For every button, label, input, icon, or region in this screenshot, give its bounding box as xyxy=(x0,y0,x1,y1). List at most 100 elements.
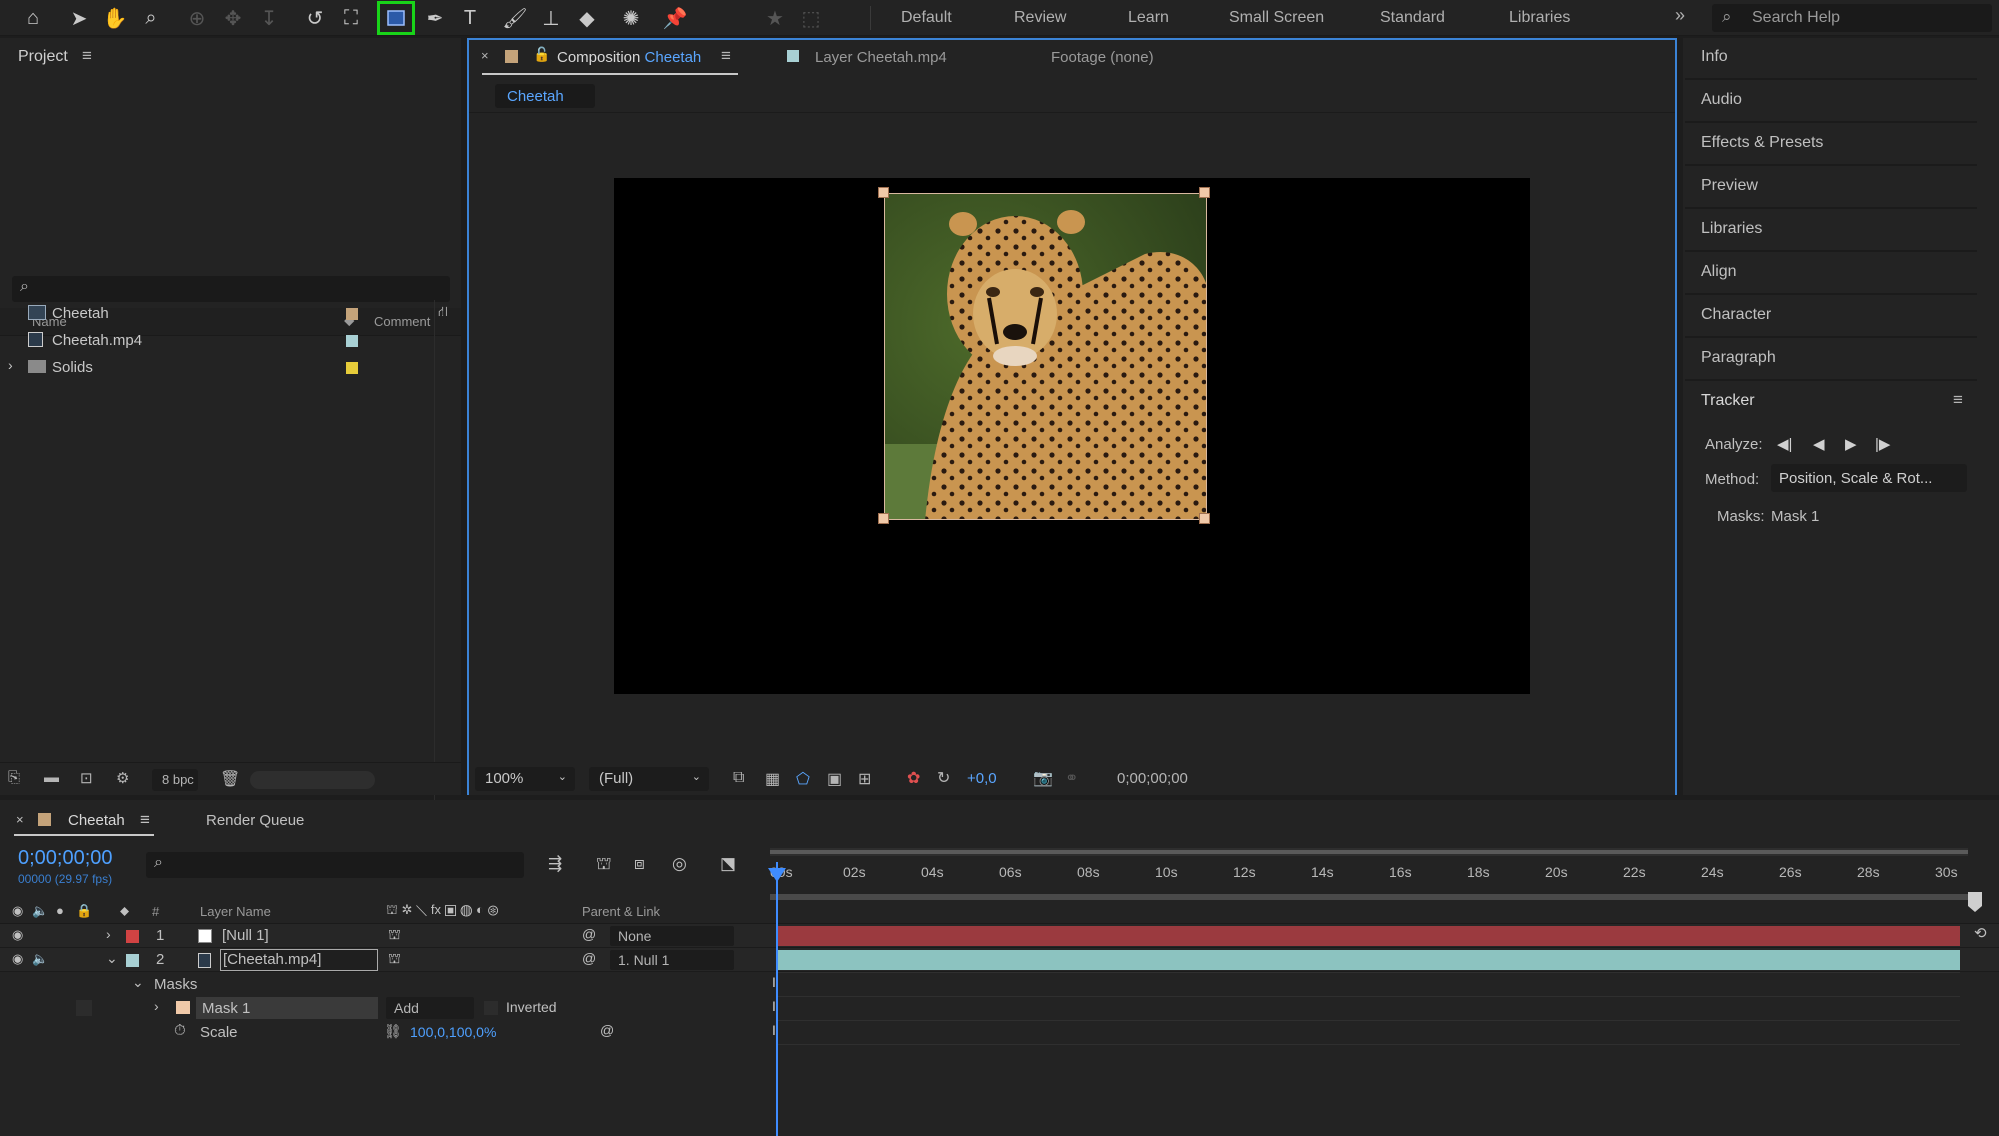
analyze-forward-icon[interactable]: ▶ xyxy=(1845,435,1857,453)
project-item-solids[interactable]: › Solids xyxy=(6,354,436,380)
transform-handle[interactable] xyxy=(878,187,889,198)
chevron-down-icon[interactable]: ⌄ xyxy=(132,974,144,991)
puppet-pin-tool-icon[interactable]: 📌 xyxy=(660,3,690,33)
panel-paragraph[interactable]: Paragraph xyxy=(1701,349,1776,367)
analyze-forward-one-icon[interactable]: |▶ xyxy=(1875,435,1890,453)
panel-menu-icon[interactable]: ≡ xyxy=(1953,390,1963,410)
chevron-right-icon[interactable]: › xyxy=(8,357,13,373)
parent-select[interactable]: 1. Null 1 xyxy=(610,950,734,970)
more-workspaces-icon[interactable]: » xyxy=(1675,5,1685,26)
scale-value[interactable]: 100,0,100,0% xyxy=(410,1024,496,1040)
workspace-libraries[interactable]: Libraries xyxy=(1509,9,1570,27)
tab-layer[interactable]: Layer Cheetah.mp4 xyxy=(815,49,947,66)
analyze-back-one-icon[interactable]: ◀| xyxy=(1777,435,1792,453)
timeline-current-time[interactable]: 0;00;00;00 xyxy=(18,847,113,870)
tab-footage[interactable]: Footage (none) xyxy=(1051,49,1154,66)
roto-brush-tool-icon[interactable]: ✺ xyxy=(616,3,646,33)
pick-whip-icon[interactable]: @ xyxy=(582,950,596,966)
orbit-camera-icon[interactable]: ⊕ xyxy=(182,3,212,33)
close-icon[interactable]: × xyxy=(481,48,489,63)
flowchart-icon[interactable]: ⛙ xyxy=(438,303,448,322)
region-of-interest-icon[interactable]: ▣ xyxy=(827,769,842,789)
mask-mode-select[interactable]: Add xyxy=(386,997,474,1019)
tab-composition[interactable]: Composition Cheetah xyxy=(557,49,701,66)
comp-breadcrumb[interactable]: Cheetah xyxy=(495,84,595,108)
lock-icon[interactable]: 🔒 xyxy=(76,903,92,919)
workspace-standard[interactable]: Standard xyxy=(1380,9,1445,27)
panel-effects-presets[interactable]: Effects & Presets xyxy=(1701,134,1823,152)
close-icon[interactable]: × xyxy=(16,812,24,827)
pen-tool-icon[interactable]: ✒ xyxy=(420,3,450,33)
motion-blur-icon[interactable]: ◎ xyxy=(672,854,687,874)
search-help-input[interactable]: ⌕ Search Help xyxy=(1712,4,1992,32)
graph-editor-icon[interactable]: ⬔ xyxy=(720,854,736,874)
solo-icon[interactable]: ● xyxy=(56,903,64,918)
clone-stamp-tool-icon[interactable]: ⊥ xyxy=(536,3,566,33)
parent-select[interactable]: None xyxy=(610,926,734,946)
fast-previews-icon[interactable]: ⧉ xyxy=(733,769,744,787)
playhead-handle[interactable] xyxy=(768,868,786,882)
method-select[interactable]: Position, Scale & Rot... xyxy=(1771,464,1967,492)
parent-link-column-header[interactable]: Parent & Link xyxy=(582,904,660,919)
current-time-display[interactable]: 0;00;00;00 xyxy=(1117,770,1188,787)
masks-group-row[interactable]: ⌄ Masks xyxy=(0,972,1999,996)
eye-icon[interactable]: ◉ xyxy=(12,903,23,919)
panel-preview[interactable]: Preview xyxy=(1701,177,1758,195)
transform-handle[interactable] xyxy=(1199,187,1210,198)
analyze-backward-icon[interactable]: ◀ xyxy=(1813,435,1825,453)
pan-behind-tool-icon[interactable]: ⛶ xyxy=(336,3,366,33)
bit-depth-button[interactable]: 8 bpc xyxy=(152,769,198,791)
workspace-review[interactable]: Review xyxy=(1014,9,1066,27)
grid-guides-icon[interactable]: ⊞ xyxy=(858,769,871,789)
eye-icon[interactable]: ◉ xyxy=(12,951,23,967)
channel-icon[interactable]: ✿ xyxy=(907,768,920,788)
label-color-swatch[interactable] xyxy=(346,308,358,320)
selection-tool-icon[interactable]: ➤ xyxy=(64,3,94,33)
panel-info[interactable]: Info xyxy=(1701,48,1728,66)
panel-tracker[interactable]: Tracker xyxy=(1701,392,1755,410)
layer-name-field[interactable]: [Cheetah.mp4] xyxy=(220,949,378,971)
audio-icon[interactable]: 🔈 xyxy=(32,951,48,967)
mask-visibility-icon[interactable]: ⬠ xyxy=(796,769,810,789)
rotation-tool-icon[interactable]: ↺ xyxy=(300,3,330,33)
trash-icon[interactable]: 🗑 xyxy=(220,769,240,789)
project-panel-title[interactable]: Project xyxy=(18,48,68,66)
new-folder-icon[interactable]: ▬ xyxy=(44,769,59,786)
chevron-right-icon[interactable]: › xyxy=(154,998,159,1014)
comp-marker-icon[interactable]: ⟲ xyxy=(1974,924,1987,942)
panel-menu-icon[interactable]: ≡ xyxy=(721,46,731,66)
null-layer-bar[interactable] xyxy=(776,926,1960,946)
panel-character[interactable]: Character xyxy=(1701,306,1771,324)
dolly-camera-icon[interactable]: ↧ xyxy=(254,3,284,33)
shy-switch-icon[interactable]: ⛫ xyxy=(388,950,401,969)
label-color-swatch[interactable] xyxy=(346,335,358,347)
stopwatch-icon[interactable]: ⏱ xyxy=(174,1022,186,1039)
playhead[interactable] xyxy=(776,862,778,1136)
layer-search-input[interactable]: ⌕ xyxy=(146,852,524,878)
layer-label-swatch[interactable] xyxy=(126,930,139,943)
mask-color-swatch[interactable] xyxy=(176,1001,190,1014)
pick-whip-icon[interactable]: @ xyxy=(600,1022,614,1038)
hand-tool-icon[interactable]: ✋ xyxy=(100,3,130,33)
transparency-grid-icon[interactable]: ▦ xyxy=(765,769,780,789)
snapshot-icon[interactable]: 📷 xyxy=(1033,768,1053,788)
inverted-checkbox[interactable] xyxy=(484,1001,498,1015)
scale-property-row[interactable]: ⏱ Scale ⛓ 100,0,100,0% @ xyxy=(0,1020,1999,1044)
home-icon[interactable]: ⌂ xyxy=(18,3,48,33)
frame-blending-icon[interactable]: ⧈ xyxy=(634,854,645,874)
workspace-small-screen[interactable]: Small Screen xyxy=(1229,9,1324,27)
panel-libraries[interactable]: Libraries xyxy=(1701,220,1762,238)
zoom-select[interactable]: 100% ⌄ xyxy=(475,767,575,791)
thumbnail-slider[interactable] xyxy=(250,771,375,789)
reset-exposure-icon[interactable]: ↻ xyxy=(937,768,950,788)
cheetah-footage-layer[interactable] xyxy=(884,193,1207,520)
star-icon[interactable]: ★ xyxy=(760,3,790,33)
pan-camera-icon[interactable]: ✥ xyxy=(218,3,248,33)
audio-icon[interactable]: 🔈 xyxy=(32,903,48,919)
project-settings-icon[interactable]: ⚙ xyxy=(116,769,129,787)
shy-layers-icon[interactable]: ⛫ xyxy=(596,854,612,876)
transform-handle[interactable] xyxy=(1199,513,1210,524)
new-composition-icon[interactable]: ⊡ xyxy=(80,769,93,787)
chevron-right-icon[interactable]: › xyxy=(106,926,111,942)
snapping-icon[interactable]: ⬚ xyxy=(796,3,826,33)
